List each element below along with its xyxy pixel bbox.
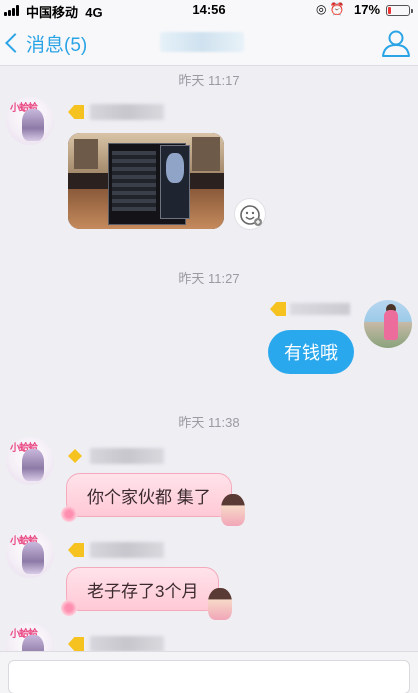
add-reaction-button[interactable] xyxy=(234,198,266,230)
avatar[interactable] xyxy=(364,300,412,348)
back-button[interactable]: 消息(5) xyxy=(0,28,87,58)
sender-name xyxy=(68,101,164,123)
avatar[interactable]: 小蛤蛤 xyxy=(6,437,54,485)
timestamp: 昨天 11:17 xyxy=(178,73,240,88)
battery-level xyxy=(388,7,392,14)
orientation-lock-icon: ◎ xyxy=(316,2,327,16)
profile-button[interactable] xyxy=(380,29,412,57)
alarm-icon: ⏰ xyxy=(329,2,345,16)
avatar[interactable]: 小蛤蛤 xyxy=(6,97,54,145)
member-badge-icon xyxy=(68,637,84,651)
member-badge-icon xyxy=(270,302,286,316)
member-badge-icon xyxy=(68,543,84,557)
incoming-message[interactable]: 老子存了3个月 xyxy=(61,567,233,620)
chevron-left-icon xyxy=(5,33,25,53)
message-text: 你个家伙都 集了 xyxy=(87,487,211,507)
diamond-icon xyxy=(68,449,82,463)
profile-icon xyxy=(382,30,410,57)
outgoing-message[interactable]: 有钱哦 xyxy=(268,330,354,374)
member-badge-icon xyxy=(68,105,84,119)
conversation-title xyxy=(160,32,244,52)
emoji-add-icon xyxy=(240,205,262,226)
status-bar: 中国移动 4G 14:56 ◎ ⏰ 17% xyxy=(0,0,418,20)
nav-bar: 消息(5) xyxy=(0,20,418,66)
back-label: 消息(5) xyxy=(26,34,88,56)
chat-area[interactable]: 昨天 11:17 小蛤蛤 昨天 11:27 有钱哦 昨天 11:38 小蛤蛤 你… xyxy=(0,67,418,658)
avatar[interactable]: 小蛤蛤 xyxy=(6,530,54,578)
sender-name xyxy=(68,445,164,467)
input-bar xyxy=(0,651,418,693)
battery-percent: 17% xyxy=(354,2,381,17)
timestamp: 昨天 11:38 xyxy=(178,415,240,430)
image-message[interactable] xyxy=(68,133,224,229)
message-input[interactable] xyxy=(8,660,410,693)
timestamp: 昨天 11:27 xyxy=(178,271,240,286)
battery-icon xyxy=(386,5,413,16)
incoming-message[interactable]: 你个家伙都 集了 xyxy=(61,473,245,526)
sender-name xyxy=(68,539,164,561)
sender-name xyxy=(270,301,350,317)
message-text: 老子存了3个月 xyxy=(87,581,199,601)
